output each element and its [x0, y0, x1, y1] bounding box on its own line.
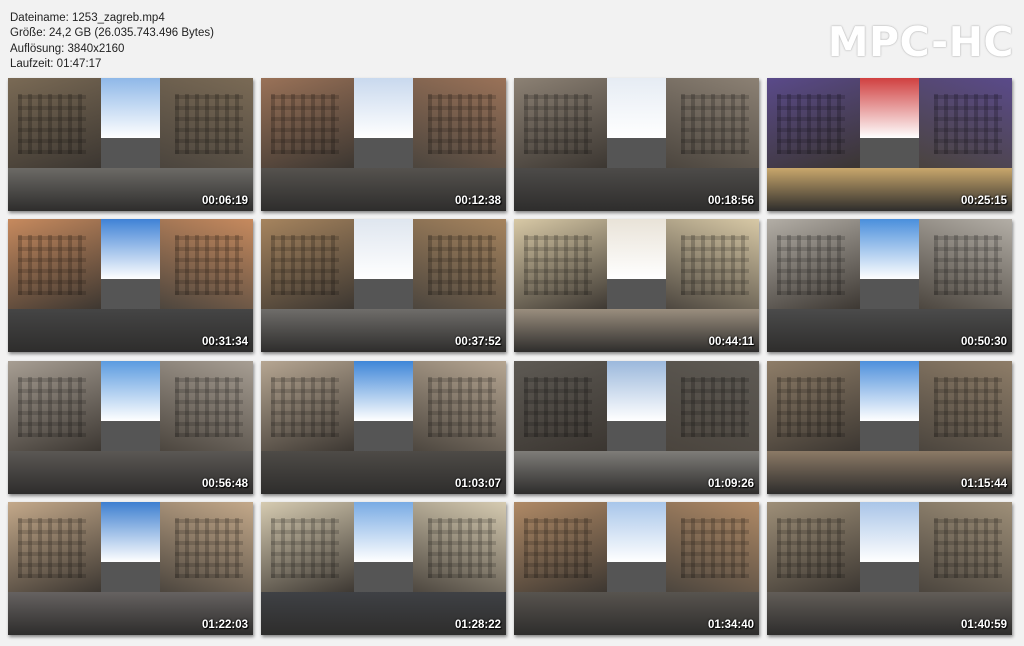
mpc-hc-logo: MPC-HC — [827, 18, 1014, 66]
video-thumbnail[interactable]: 00:12:38 — [261, 78, 506, 211]
thumbnail-timestamp: 01:09:26 — [707, 478, 754, 490]
video-thumbnail[interactable]: 00:37:52 — [261, 219, 506, 352]
thumbnail-frame-image — [767, 502, 1012, 635]
thumbnail-frame-image — [767, 361, 1012, 494]
thumbnail-frame-image — [514, 361, 759, 494]
video-thumbnail[interactable]: 00:25:15 — [767, 78, 1012, 211]
thumbnail-timestamp: 01:15:44 — [960, 478, 1007, 490]
thumbnail-frame-image — [767, 78, 1012, 211]
video-thumbnail[interactable]: 01:15:44 — [767, 361, 1012, 494]
video-thumbnail[interactable]: 00:44:11 — [514, 219, 759, 352]
info-resolution: Auflösung: 3840x2160 — [10, 42, 125, 55]
info-duration: Laufzeit: 01:47:17 — [10, 58, 102, 71]
thumbnail-timestamp: 00:31:34 — [201, 336, 248, 348]
thumbnail-frame-image — [767, 219, 1012, 352]
video-thumbnail[interactable]: 01:03:07 — [261, 361, 506, 494]
file-info: Dateiname: 1253_zagreb.mp4 Größe: 24,2 G… — [10, 11, 214, 73]
thumbnail-frame-image — [514, 78, 759, 211]
video-thumbnail[interactable]: 00:56:48 — [8, 361, 253, 494]
video-thumbnail[interactable]: 01:34:40 — [514, 502, 759, 635]
thumbnail-timestamp: 00:37:52 — [454, 336, 501, 348]
video-thumbnail[interactable]: 00:06:19 — [8, 78, 253, 211]
thumbnail-timestamp: 00:44:11 — [708, 336, 754, 348]
thumbnail-frame-image — [8, 502, 253, 635]
thumbnail-timestamp: 00:06:19 — [201, 195, 248, 207]
thumbnail-frame-image — [261, 78, 506, 211]
thumbnail-timestamp: 00:18:56 — [707, 195, 754, 207]
thumbnail-frame-image — [514, 502, 759, 635]
thumbnail-grid: 00:06:19 00:12:38 00:18:56 00:25:15 00:31:34… — [8, 78, 1018, 638]
video-thumbnail[interactable]: 00:50:30 — [767, 219, 1012, 352]
video-thumbnail[interactable]: 01:28:22 — [261, 502, 506, 635]
thumbnail-frame-image — [8, 219, 253, 352]
thumbnail-timestamp: 01:22:03 — [201, 619, 248, 631]
thumbnail-frame-image — [8, 361, 253, 494]
video-thumbnail[interactable]: 00:31:34 — [8, 219, 253, 352]
thumbnail-frame-image — [514, 219, 759, 352]
video-thumbnail[interactable]: 01:40:59 — [767, 502, 1012, 635]
thumbnail-timestamp: 00:56:48 — [201, 478, 248, 490]
info-filename: Dateiname: 1253_zagreb.mp4 — [10, 12, 165, 24]
thumbnail-timestamp: 01:34:40 — [707, 619, 754, 631]
thumbnail-timestamp: 00:25:15 — [960, 195, 1007, 207]
thumbnail-frame-image — [261, 219, 506, 352]
thumbnail-timestamp: 00:12:38 — [454, 195, 501, 207]
thumbnail-frame-image — [8, 78, 253, 211]
video-thumbnail[interactable]: 01:22:03 — [8, 502, 253, 635]
thumbnail-timestamp: 01:28:22 — [454, 619, 501, 631]
thumbnail-frame-image — [261, 361, 506, 494]
video-thumbnail[interactable]: 00:18:56 — [514, 78, 759, 211]
thumbnail-timestamp: 00:50:30 — [960, 336, 1007, 348]
info-size: Größe: 24,2 GB (26.035.743.496 Bytes) — [10, 27, 214, 40]
thumbnail-frame-image — [261, 502, 506, 635]
video-thumbnail[interactable]: 01:09:26 — [514, 361, 759, 494]
thumbnail-timestamp: 01:40:59 — [960, 619, 1007, 631]
thumbnail-timestamp: 01:03:07 — [454, 478, 501, 490]
